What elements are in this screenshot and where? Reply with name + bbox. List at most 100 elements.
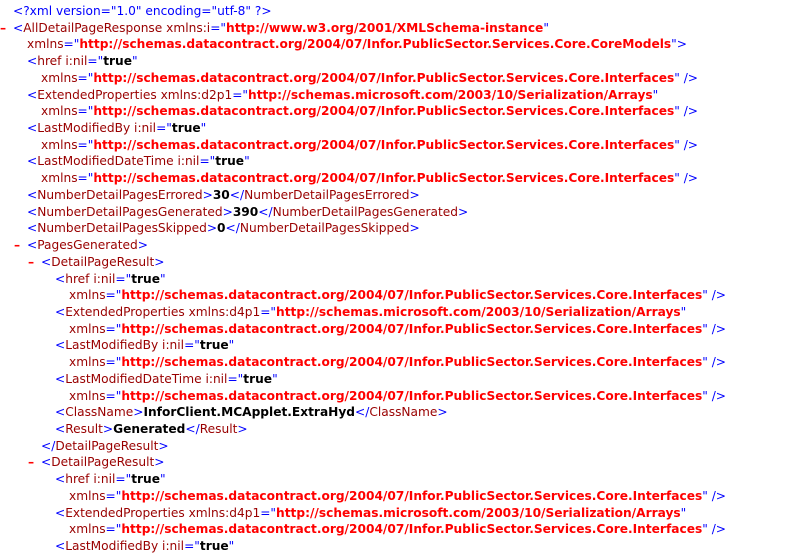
xml-markup: " /> bbox=[702, 522, 727, 537]
xml-markup: > bbox=[237, 422, 248, 436]
xml-markup: =" bbox=[115, 472, 132, 487]
xml-line-content: <href i:nil="true" bbox=[27, 53, 138, 70]
xml-tag-name: DetailPageResult bbox=[51, 455, 155, 470]
xml-line-content: xmlns="http://schemas.datacontract.org/2… bbox=[69, 488, 726, 505]
xml-markup: </ bbox=[258, 204, 273, 219]
xml-line-content: xmlns="http://schemas.datacontract.org/2… bbox=[41, 103, 698, 120]
xml-attribute-name: xmlns bbox=[27, 37, 64, 52]
xml-markup: > bbox=[437, 405, 448, 420]
xml-markup: > bbox=[409, 221, 420, 236]
xml-markup: "> bbox=[671, 37, 687, 52]
xml-markup: </ bbox=[229, 187, 245, 202]
xml-tag-name: NumberDetailPagesGenerated bbox=[37, 204, 223, 219]
xml-markup: " bbox=[200, 121, 207, 136]
xml-markup: </ bbox=[355, 405, 370, 420]
xml-markup: " /> bbox=[674, 70, 699, 85]
xml-text-value: true bbox=[131, 271, 160, 286]
xml-tag-name: DetailPageResult bbox=[51, 254, 155, 269]
xml-tag-name: NumberDetailPagesErrored bbox=[37, 187, 203, 202]
xml-markup: < bbox=[27, 54, 38, 69]
xml-line-content: xmlns="http://schemas.datacontract.org/2… bbox=[69, 354, 726, 371]
xml-line-content: xmlns="http://schemas.datacontract.org/2… bbox=[69, 521, 726, 538]
xml-attribute-value: http://schemas.datacontract.org/2004/07/… bbox=[121, 355, 703, 370]
xml-markup: < bbox=[41, 254, 52, 269]
xml-line-content: </DetailPageResult> bbox=[41, 438, 169, 455]
xml-markup: </ bbox=[225, 221, 240, 236]
xml-markup: < bbox=[27, 238, 38, 253]
xml-attribute-value: http://schemas.datacontract.org/2004/07/… bbox=[93, 171, 675, 186]
xml-markup: " bbox=[244, 154, 250, 169]
xml-markup: < bbox=[27, 121, 38, 136]
xml-attribute-value: http://schemas.datacontract.org/2004/07/… bbox=[121, 488, 703, 503]
xml-text-value: true bbox=[243, 371, 273, 386]
xml-attribute-name: xmlns bbox=[69, 488, 106, 503]
xml-markup: " bbox=[228, 539, 235, 553]
xml-line-content: <ClassName>InforClient.MCApplet.ExtraHyd… bbox=[55, 404, 448, 421]
xml-markup: " bbox=[272, 371, 278, 386]
xml-tag-name: ExtendedProperties bbox=[37, 87, 157, 102]
collapse-toggle-icon[interactable]: – bbox=[0, 20, 6, 37]
xml-markup: > bbox=[137, 238, 148, 253]
xml-text-value: true bbox=[131, 472, 160, 487]
xml-markup: < bbox=[13, 20, 24, 35]
xml-line-content: <LastModifiedDateTime i:nil="true" bbox=[27, 153, 250, 170]
xml-text-value: true bbox=[199, 338, 229, 353]
xml-line-content: xmlns="http://schemas.datacontract.org/2… bbox=[69, 388, 726, 405]
xml-tag-name: Result bbox=[65, 422, 103, 436]
xml-markup: > bbox=[133, 405, 144, 420]
xml-attribute-name: xmlns bbox=[69, 355, 106, 370]
xml-attribute-value: http://schemas.microsoft.com/2003/10/Ser… bbox=[276, 505, 681, 520]
xml-tag-name: href bbox=[65, 271, 90, 286]
xml-attribute-value: http://schemas.datacontract.org/2004/07/… bbox=[121, 522, 703, 537]
xml-markup: " bbox=[680, 505, 687, 520]
xml-attribute-name: i:nil bbox=[173, 154, 200, 169]
xml-text-value: InforClient.MCApplet.ExtraHyd bbox=[143, 405, 356, 420]
xml-line-content: xmlns="http://schemas.datacontract.org/2… bbox=[69, 287, 726, 304]
xml-line-content: <AllDetailPageResponse xmlns:i="http://w… bbox=[13, 20, 549, 37]
xml-markup: < bbox=[27, 187, 38, 202]
xml-markup: =" bbox=[115, 271, 132, 286]
xml-markup: < bbox=[27, 221, 38, 236]
xml-markup: =" bbox=[105, 522, 122, 537]
xml-tag-name: NumberDetailPagesErrored bbox=[244, 187, 410, 202]
collapse-toggle-icon[interactable]: – bbox=[28, 454, 34, 471]
xml-attribute-value: http://schemas.datacontract.org/2004/07/… bbox=[121, 321, 703, 336]
xml-line-content: xmlns="http://schemas.datacontract.org/2… bbox=[27, 36, 687, 53]
xml-line-content: <?xml version="1.0" encoding="utf-8" ?> bbox=[13, 3, 272, 20]
xml-markup: " /> bbox=[702, 488, 727, 503]
collapse-toggle-icon[interactable]: – bbox=[28, 254, 34, 271]
xml-attribute-name: i:nil bbox=[89, 271, 116, 286]
xml-tag-name: PagesGenerated bbox=[37, 238, 138, 253]
xml-markup: " /> bbox=[674, 171, 699, 186]
xml-markup: =" bbox=[227, 371, 244, 386]
xml-markup: " /> bbox=[674, 137, 699, 152]
collapse-toggle-icon[interactable]: – bbox=[14, 237, 20, 254]
xml-document-viewer: <?xml version="1.0" encoding="utf-8" ?> –… bbox=[0, 0, 785, 553]
xml-markup: < bbox=[55, 539, 66, 553]
xml-line-content: <DetailPageResult> bbox=[41, 454, 165, 471]
xml-markup: > bbox=[154, 254, 165, 269]
xml-markup: < bbox=[27, 204, 38, 219]
xml-markup: =" bbox=[63, 37, 80, 52]
xml-attribute-name: xmlns bbox=[69, 288, 106, 303]
xml-line-content: <PagesGenerated> bbox=[27, 237, 148, 254]
xml-markup: " /> bbox=[702, 355, 727, 370]
xml-markup: " /> bbox=[674, 104, 699, 119]
xml-markup: =" bbox=[156, 121, 172, 136]
xml-text-value: true bbox=[171, 121, 201, 136]
xml-text-value: 30 bbox=[212, 187, 230, 202]
xml-markup: " bbox=[680, 304, 687, 319]
xml-line-content: <NumberDetailPagesGenerated>390</NumberD… bbox=[27, 204, 468, 221]
xml-markup: " /> bbox=[702, 321, 727, 336]
xml-tag-name: LastModifiedBy bbox=[65, 338, 159, 353]
xml-markup: < bbox=[55, 422, 66, 436]
xml-markup: =" bbox=[77, 171, 94, 186]
xml-attribute-name: xmlns:i bbox=[162, 20, 211, 35]
xml-line-content: xmlns="http://schemas.datacontract.org/2… bbox=[41, 70, 698, 87]
xml-markup: </ bbox=[41, 438, 56, 453]
xml-markup: " bbox=[159, 271, 166, 286]
xml-markup: =" bbox=[210, 20, 227, 35]
xml-tag-name: LastModifiedDateTime bbox=[37, 154, 174, 169]
xml-markup: =" bbox=[105, 388, 122, 403]
xml-markup: =" bbox=[184, 338, 200, 353]
